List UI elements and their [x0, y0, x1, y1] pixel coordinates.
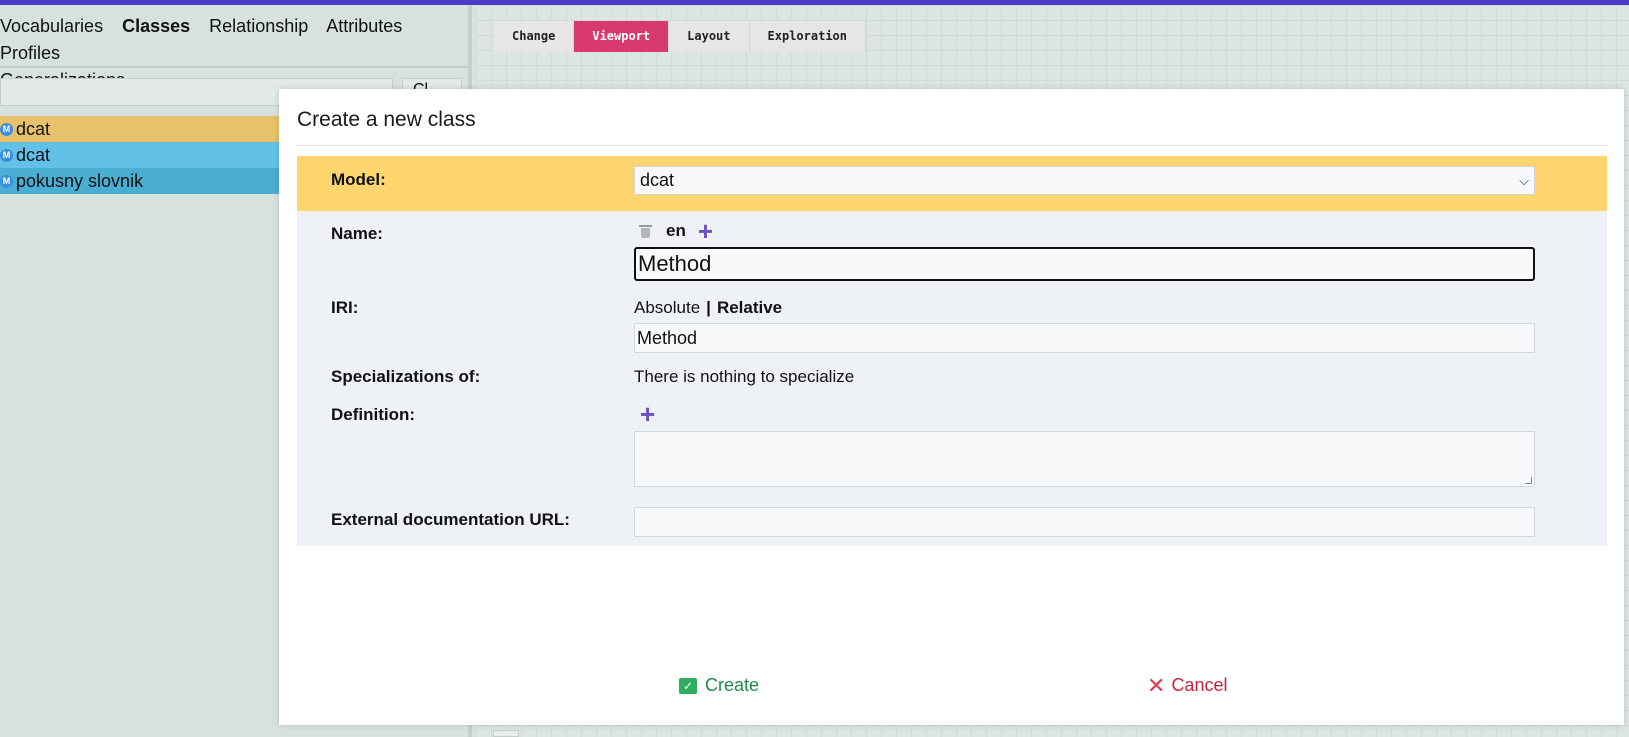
vocabulary-label: pokusny slovnik	[16, 171, 144, 191]
model-row: Model: dcat ⌵	[297, 156, 1607, 211]
specializations-text: There is nothing to specialize	[634, 367, 855, 386]
model-icon: M	[0, 122, 13, 136]
change-button[interactable]: Change	[494, 21, 575, 52]
model-icon: M	[0, 174, 13, 188]
definition-label: Definition:	[331, 405, 416, 424]
add-definition-icon[interactable]: +	[640, 401, 655, 427]
exploration-button[interactable]: Exploration	[750, 21, 866, 52]
cancel-label: Cancel	[1171, 675, 1228, 695]
chevron-down-icon: ⌵	[1519, 172, 1529, 188]
iri-relative-option[interactable]: Relative	[717, 298, 782, 317]
title-divider	[297, 145, 1607, 146]
iri-mode-switch: Absolute | Relative	[634, 298, 782, 318]
iri-label: IRI:	[331, 298, 359, 317]
name-label: Name:	[331, 224, 383, 243]
trash-icon[interactable]	[639, 224, 652, 238]
vocabulary-label: dcat	[16, 119, 51, 139]
create-label: Create	[705, 675, 760, 695]
dialog-title: Create a new class	[297, 108, 476, 131]
tab-attributes[interactable]: Attributes	[326, 16, 402, 36]
tab-vocabularies[interactable]: Vocabularies	[0, 16, 103, 36]
nav-divider	[0, 66, 472, 68]
layout-button[interactable]: Layout	[669, 21, 750, 52]
create-class-dialog: Create a new class Model: dcat ⌵ Name: e…	[279, 89, 1624, 725]
external-doc-label: External documentation URL:	[331, 510, 570, 529]
iri-absolute-option[interactable]: Absolute	[634, 298, 700, 317]
resize-handle-icon[interactable]	[1525, 477, 1532, 484]
iri-input[interactable]: Method	[634, 323, 1535, 353]
cancel-button[interactable]: ✕ Cancel	[1147, 672, 1228, 698]
name-input[interactable]: Method	[634, 247, 1535, 281]
tab-profiles[interactable]: Profiles	[0, 43, 60, 63]
check-icon: ✓	[679, 677, 697, 694]
language-tag[interactable]: en	[666, 221, 686, 241]
add-language-icon[interactable]: +	[698, 218, 713, 244]
model-icon: M	[0, 148, 13, 162]
tab-relationship[interactable]: Relationship	[209, 16, 308, 36]
canvas-toolbar: Change Viewport Layout Exploration	[494, 21, 866, 52]
vocabulary-label: dcat	[16, 145, 51, 165]
viewport-button[interactable]: Viewport	[574, 21, 670, 52]
definition-textarea[interactable]	[634, 431, 1535, 487]
language-row: en +	[634, 218, 713, 244]
create-button[interactable]: ✓ Create	[679, 675, 759, 696]
external-doc-url-input[interactable]	[634, 507, 1535, 537]
close-icon: ✕	[1147, 672, 1166, 698]
model-select[interactable]: dcat ⌵	[634, 166, 1535, 195]
model-select-value: dcat	[640, 170, 675, 190]
specializations-label: Specializations of:	[331, 367, 481, 386]
model-label: Model:	[331, 170, 386, 189]
tab-classes[interactable]: Classes	[122, 16, 190, 36]
form-body: Name: en + Method IRI: Absolute | Relative…	[297, 211, 1607, 546]
canvas-control[interactable]	[493, 730, 519, 737]
iri-separator: |	[706, 298, 711, 317]
